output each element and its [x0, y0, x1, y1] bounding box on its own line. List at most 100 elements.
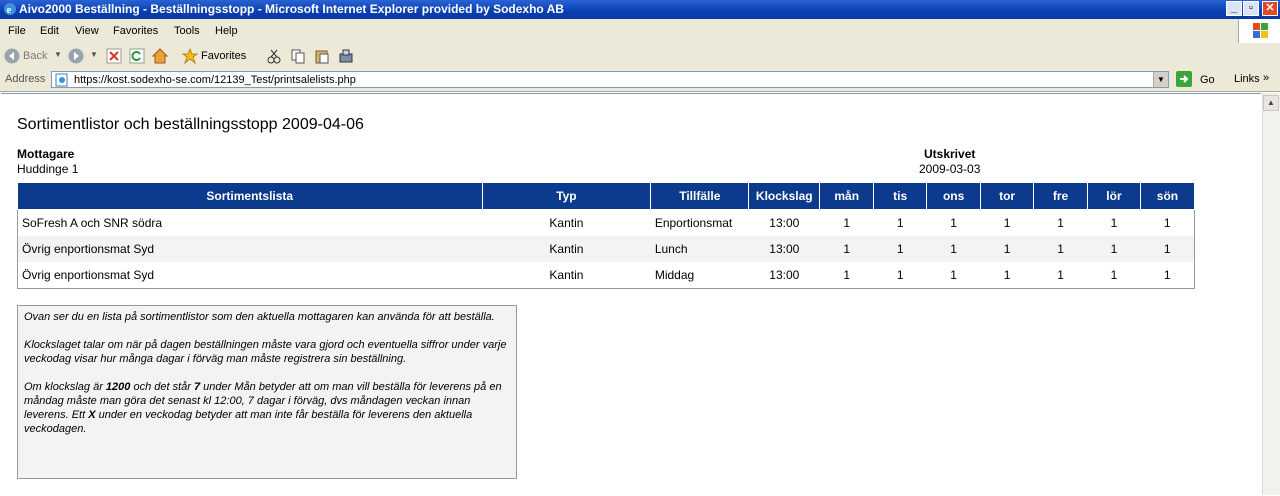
address-bar: Address https://kost.sodexho-se.com/1213…	[0, 69, 1280, 92]
refresh-icon[interactable]	[129, 48, 145, 64]
go-arrow-icon	[1176, 71, 1192, 87]
menu-bar: File Edit View Favorites Tools Help	[0, 19, 1280, 44]
page-title: Sortimentlistor och beställningsstopp 20…	[17, 116, 364, 133]
table-row: SoFresh A och SNR södra Kantin Enportion…	[18, 210, 1195, 237]
toolbar: Back ▼ ▼ Favorites	[0, 43, 1280, 70]
cell-day: 1	[1057, 216, 1064, 230]
cell-day: 1	[980, 236, 1034, 262]
cell-day: 1	[1003, 216, 1011, 230]
header-fre: fre	[1033, 182, 1088, 210]
cell-day: 1	[1033, 236, 1088, 262]
header-tor: tor	[980, 182, 1035, 210]
go-label: Go	[1200, 74, 1215, 86]
menu-edit[interactable]: Edit	[40, 25, 59, 37]
header-man: mån	[819, 182, 875, 210]
salelist-table: Sortimentslista Typ Tillfälle Klockslag …	[17, 182, 1196, 289]
stop-icon[interactable]	[106, 48, 122, 64]
table-row: Övrig enportionsmat Syd Kantin Lunch 13:…	[17, 236, 1195, 262]
cell-klockslag: 13:00	[769, 216, 800, 230]
home-icon[interactable]	[152, 48, 168, 64]
cut-icon[interactable]	[266, 48, 282, 64]
address-label: Address	[5, 73, 46, 85]
cell-list: Övrig enportionsmat Syd	[17, 236, 482, 262]
favorites-label: Favorites	[201, 50, 247, 62]
minimize-button[interactable]: _	[1226, 1, 1242, 16]
windows-logo-icon	[1238, 19, 1280, 43]
help-note: Ovan ser du en lista på sortimentlistor …	[17, 305, 517, 479]
forward-arrow-icon	[68, 48, 84, 64]
header-ons: ons	[926, 182, 982, 210]
vertical-scrollbar[interactable]: ▲	[1262, 93, 1280, 495]
scroll-up-icon[interactable]: ▲	[1263, 95, 1279, 111]
cell-list: Övrig enportionsmat Syd	[22, 268, 155, 282]
header-sortimentslista: Sortimentslista	[17, 182, 483, 210]
cell-day: 1	[926, 236, 981, 262]
cell-day: 1	[1163, 268, 1171, 282]
back-dropdown-icon[interactable]: ▼	[54, 50, 62, 59]
address-input[interactable]: https://kost.sodexho-se.com/12139_Test/p…	[51, 71, 1169, 88]
header-tillfalle: Tillfälle	[650, 182, 750, 210]
header-lor: lör	[1087, 182, 1141, 210]
recipient-label: Mottagare	[17, 147, 75, 161]
cell-day: 1	[819, 236, 874, 262]
cell-day: 1	[896, 268, 904, 282]
svg-text:e: e	[7, 4, 12, 16]
back-button[interactable]: Back ▼	[4, 48, 64, 64]
cell-list: SoFresh A och SNR södra	[22, 216, 163, 230]
cell-day: 1	[873, 236, 927, 262]
cell-klockslag: 13:00	[748, 236, 820, 262]
go-button[interactable]: Go	[1176, 71, 1218, 88]
header-typ: Typ	[481, 182, 652, 210]
cell-day: 1	[950, 216, 957, 230]
cell-klockslag: 13:00	[769, 268, 800, 282]
back-label: Back	[23, 50, 48, 62]
back-arrow-icon	[4, 48, 20, 64]
window-title: Aivo2000 Beställning - Beställningsstopp…	[19, 2, 564, 16]
note-paragraph: Om klockslag är 1200 och det står 7 unde…	[24, 381, 502, 435]
cell-day: 1	[950, 268, 957, 282]
cell-tillfalle: Middag	[654, 268, 695, 282]
paste-icon[interactable]	[314, 48, 330, 64]
printed-date: 2009-03-03	[919, 162, 981, 176]
printed-label: Utskrivet	[924, 147, 976, 161]
page-content: Sortimentlistor och beställningsstopp 20…	[1, 93, 1261, 496]
cell-typ: Kantin	[482, 236, 651, 262]
cell-typ: Kantin	[549, 216, 584, 230]
note-paragraph: Ovan ser du en lista på sortimentlistor …	[24, 311, 495, 323]
cell-typ: Kantin	[549, 268, 584, 282]
menu-tools[interactable]: Tools	[174, 25, 200, 37]
close-button[interactable]: ✕	[1262, 1, 1278, 16]
ie-logo-icon: e	[4, 3, 16, 16]
table-header-row: Sortimentslista Typ Tillfälle Klockslag …	[17, 182, 1196, 210]
menu-file[interactable]: File	[8, 25, 26, 37]
copy-icon[interactable]	[290, 48, 306, 64]
cell-day: 1	[1057, 268, 1064, 282]
links-button[interactable]: Links	[1234, 73, 1260, 85]
cell-day: 1	[1110, 268, 1118, 282]
address-dropdown-icon[interactable]: ▼	[1153, 72, 1168, 87]
cell-day: 1	[1110, 216, 1118, 230]
tools-icon[interactable]	[338, 48, 354, 64]
cell-day: 1	[1003, 268, 1011, 282]
header-klockslag: Klockslag	[748, 182, 821, 210]
note-paragraph: Klockslaget talar om när på dagen bestäl…	[24, 339, 507, 365]
recipient-value: Huddinge 1	[17, 162, 79, 176]
maximize-button[interactable]: ▫	[1243, 1, 1259, 16]
cell-day: 1	[1140, 236, 1195, 262]
menu-view[interactable]: View	[75, 25, 99, 37]
forward-button[interactable]: ▼	[68, 48, 100, 64]
header-tis: tis	[873, 182, 928, 210]
cell-day: 1	[843, 268, 851, 282]
cell-day: 1	[843, 216, 851, 230]
forward-dropdown-icon[interactable]: ▼	[90, 50, 98, 59]
table-row: Övrig enportionsmat Syd Kantin Middag 13…	[18, 262, 1195, 289]
address-url: https://kost.sodexho-se.com/12139_Test/p…	[74, 74, 356, 86]
cell-tillfalle: Lunch	[650, 236, 749, 262]
favorites-button[interactable]: Favorites	[182, 48, 252, 64]
menu-help[interactable]: Help	[215, 25, 238, 37]
cell-day: 1	[1163, 216, 1171, 230]
window-titlebar: e Aivo2000 Beställning - Beställningssto…	[0, 0, 1280, 19]
menu-favorites[interactable]: Favorites	[113, 25, 158, 37]
page-icon	[55, 73, 68, 87]
links-chevron-icon[interactable]: »	[1263, 72, 1269, 84]
